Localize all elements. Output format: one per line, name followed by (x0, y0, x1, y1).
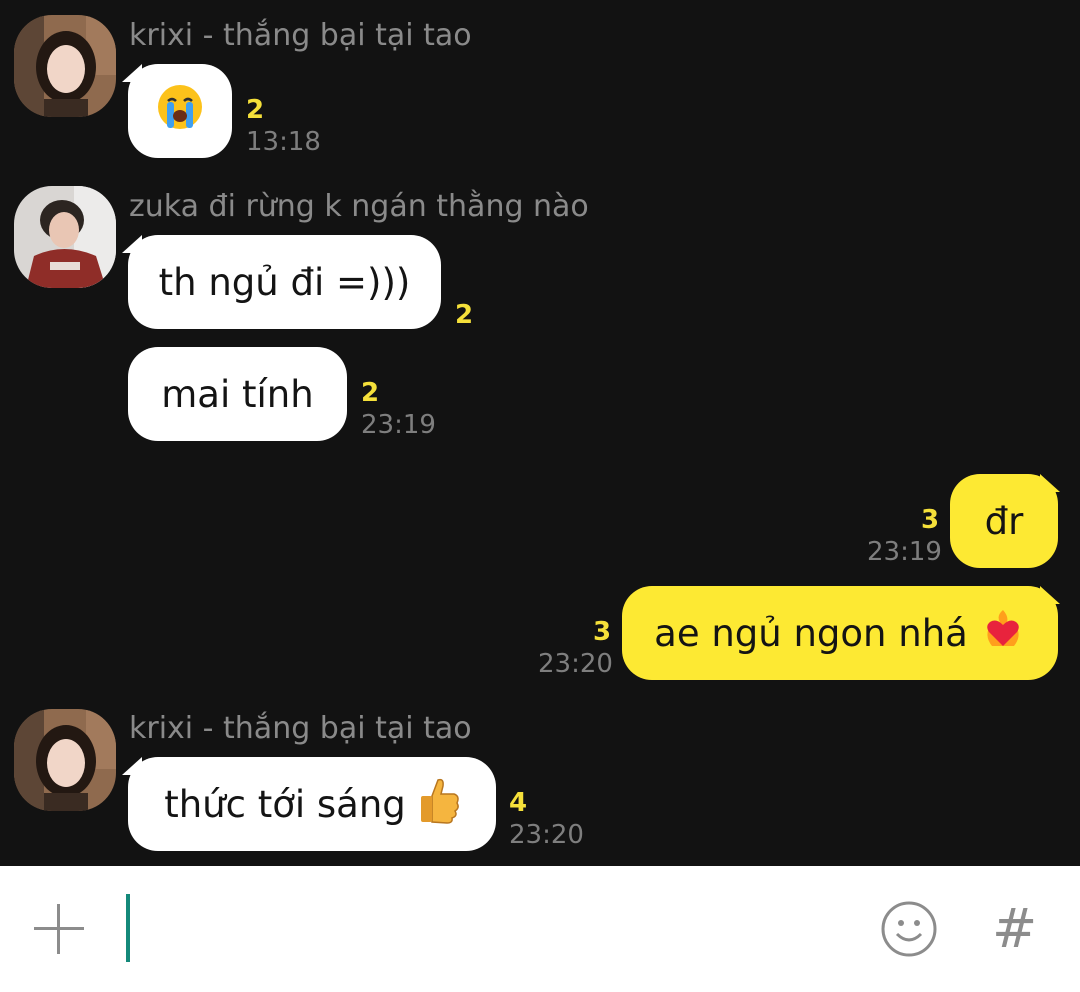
message-time: 23:19 (361, 410, 436, 440)
message-time: 13:18 (246, 127, 321, 157)
avatar-krixi[interactable] (14, 709, 116, 811)
emoji-icon[interactable] (880, 900, 938, 962)
plus-icon[interactable] (34, 904, 84, 954)
message-bubble[interactable]: mai tính (128, 347, 347, 441)
text-caret (126, 894, 130, 962)
message-text: ae ngủ ngon nhá (654, 611, 968, 655)
loudly-crying-face-emoji-icon (156, 83, 204, 140)
message-bubble[interactable]: thức tới sáng (128, 757, 496, 851)
message-text: thức tới sáng (164, 782, 406, 826)
message-text: mai tính (161, 372, 314, 416)
message-time: 23:20 (538, 649, 613, 679)
unread-count: 2 (455, 300, 474, 330)
unread-count: 2 (361, 378, 380, 408)
heart-on-fire-emoji-icon (980, 606, 1026, 661)
sender-name: krixi - thắng bại tại tao (129, 18, 472, 53)
message-bubble[interactable]: th ngủ đi =))) (128, 235, 441, 329)
unread-count: 3 (593, 617, 612, 647)
hashtag-button[interactable]: # (992, 897, 1037, 961)
message-bubble[interactable] (128, 64, 232, 158)
bubble-tail (122, 64, 142, 82)
unread-count: 2 (246, 95, 265, 125)
thumbs-up-emoji-icon (418, 776, 460, 833)
bubble-tail (122, 235, 142, 253)
unread-count: 3 (921, 505, 940, 535)
unread-count: 4 (509, 788, 528, 818)
bubble-tail (1040, 586, 1060, 604)
message-time: 23:20 (509, 820, 584, 850)
bubble-tail (122, 757, 142, 775)
sender-name: krixi - thắng bại tại tao (129, 711, 472, 746)
message-text: th ngủ đi =))) (158, 260, 411, 304)
message-time: 23:19 (867, 537, 942, 567)
sender-name: zuka đi rừng k ngán thằng nào (129, 189, 589, 224)
bubble-tail (1040, 474, 1060, 492)
message-text: đr (984, 499, 1024, 543)
avatar-zuka[interactable] (14, 186, 116, 288)
message-bubble[interactable]: ae ngủ ngon nhá (622, 586, 1058, 680)
chat-view[interactable]: krixi - thắng bại tại tao 2 13:18 zuka đ… (0, 0, 1080, 866)
message-input[interactable] (124, 892, 848, 966)
avatar-krixi[interactable] (14, 15, 116, 117)
